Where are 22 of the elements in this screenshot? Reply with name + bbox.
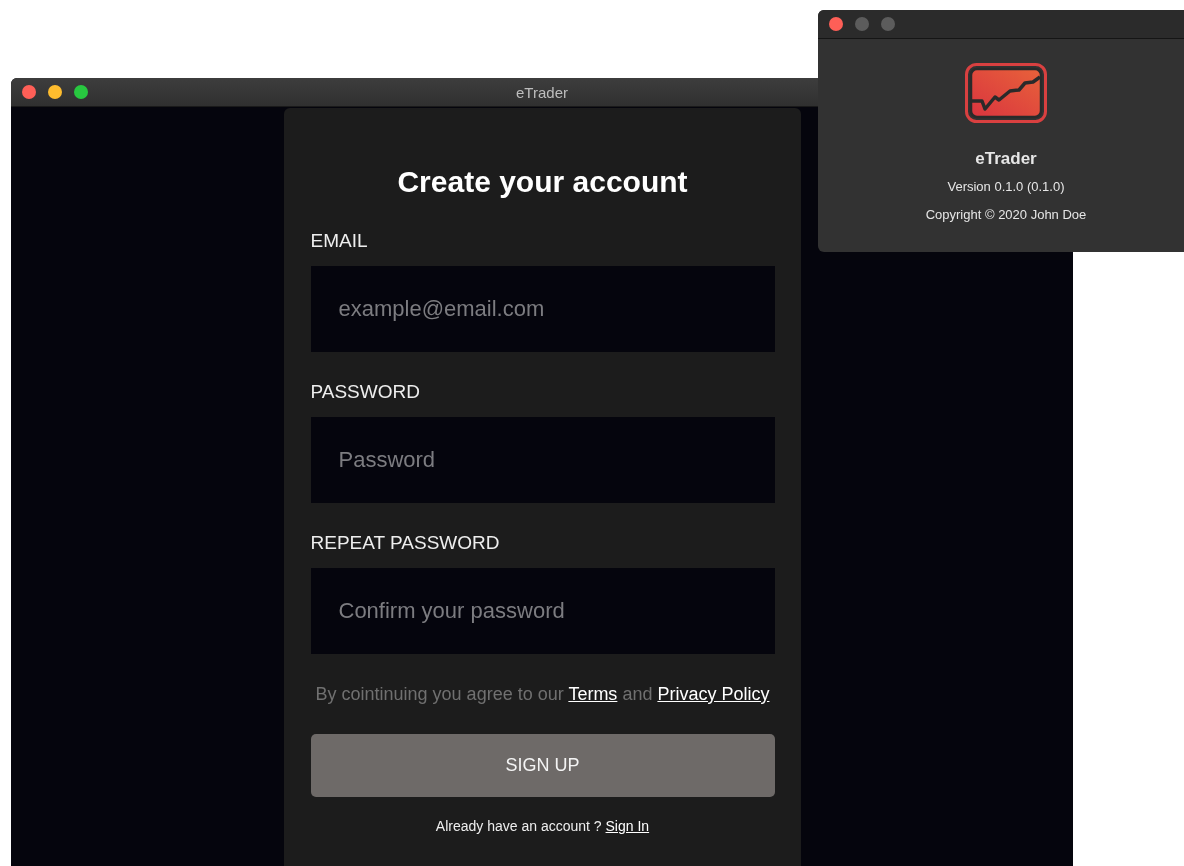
close-button[interactable] bbox=[22, 85, 36, 99]
app-name: eTrader bbox=[975, 148, 1037, 170]
field-label: EMAIL bbox=[310, 229, 369, 253]
minimize-button[interactable] bbox=[48, 85, 62, 99]
sign-up-button[interactable]: SIGN UP bbox=[310, 734, 775, 797]
close-button[interactable] bbox=[829, 17, 843, 31]
form-heading: Create your account bbox=[396, 164, 689, 200]
input-field[interactable]: Confirm your password bbox=[310, 568, 775, 654]
input-field[interactable]: Password bbox=[310, 417, 775, 503]
version-text: Version 0.1.0 (0.1.0) bbox=[947, 178, 1065, 196]
input-field[interactable]: example@email.com bbox=[310, 266, 775, 352]
copyright-text: Copyright © 2020 John Doe bbox=[925, 206, 1087, 224]
field-label: PASSWORD bbox=[310, 380, 421, 404]
privacy-link[interactable]: Privacy Policy bbox=[657, 684, 770, 704]
agreement-text: By cointinuing you agree to our Terms and Privacy Policy bbox=[314, 683, 771, 706]
chart-logo-icon bbox=[965, 63, 1047, 123]
sign-in-link[interactable]: Sign In bbox=[605, 818, 650, 834]
terms-link[interactable]: Terms bbox=[568, 684, 618, 704]
zoom-button[interactable] bbox=[74, 85, 88, 99]
sign-in-text: Already have an account ? Sign In bbox=[434, 817, 651, 835]
window-title: eTrader bbox=[516, 83, 568, 101]
field-label: REPEAT PASSWORD bbox=[310, 531, 501, 555]
